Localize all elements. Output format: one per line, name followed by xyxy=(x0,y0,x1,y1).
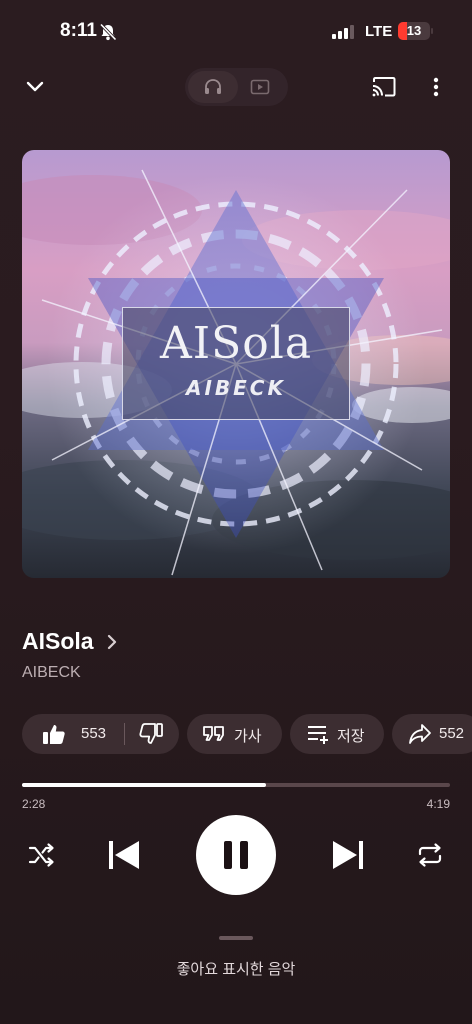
elapsed-time: 2:28 xyxy=(22,797,46,811)
save-label: 저장 xyxy=(337,728,365,745)
skip-next-icon xyxy=(333,841,363,869)
album-art-artist: AIBECK xyxy=(185,376,286,400)
share-count: 552 xyxy=(439,725,465,742)
audio-video-toggle[interactable] xyxy=(185,68,288,106)
track-artist[interactable]: AIBECK xyxy=(22,664,81,682)
up-next-source-label[interactable]: 좋아요 표시한 음악 xyxy=(0,958,472,979)
previous-button[interactable] xyxy=(106,838,142,872)
video-icon xyxy=(250,79,270,95)
track-title-link[interactable]: AISola xyxy=(22,628,118,655)
audio-mode-button[interactable] xyxy=(188,71,238,103)
status-bar: 8:11 LTE 13 xyxy=(0,0,472,64)
like-count: 553 xyxy=(81,725,107,742)
drag-handle[interactable] xyxy=(219,936,253,940)
album-art-title: AISola xyxy=(159,318,313,369)
cast-icon[interactable] xyxy=(371,76,397,98)
share-icon xyxy=(409,724,431,744)
action-chips: 553 가사 저장 552 xyxy=(22,714,472,754)
repeat-button[interactable] xyxy=(416,842,444,868)
repeat-icon xyxy=(418,843,442,867)
save-button[interactable]: 저장 xyxy=(290,714,384,754)
shuffle-icon xyxy=(28,843,54,867)
chevron-right-icon xyxy=(107,634,116,649)
like-button[interactable]: 553 xyxy=(22,714,124,754)
track-title: AISola xyxy=(22,628,94,654)
progress-slider[interactable] xyxy=(22,783,450,787)
status-time: 8:11 xyxy=(60,20,97,41)
like-dislike-group: 553 xyxy=(22,714,179,754)
network-type: LTE xyxy=(365,23,393,40)
battery-level: 13 xyxy=(406,23,422,38)
progress-fill xyxy=(22,783,266,787)
lyrics-icon xyxy=(203,726,224,741)
play-pause-button[interactable] xyxy=(196,815,276,895)
lyrics-label: 가사 xyxy=(234,728,262,745)
shuffle-button[interactable] xyxy=(28,842,56,868)
thumbs-down-icon xyxy=(139,723,163,744)
total-duration: 4:19 xyxy=(426,797,450,811)
battery-icon: 13 xyxy=(398,22,430,40)
thumbs-up-icon xyxy=(43,725,65,744)
lyrics-button[interactable]: 가사 xyxy=(187,714,282,754)
more-vertical-icon[interactable] xyxy=(428,76,444,98)
album-art: AISola AIBECK xyxy=(22,150,450,578)
bell-off-icon xyxy=(99,23,117,41)
playlist-add-icon xyxy=(308,726,328,744)
next-button[interactable] xyxy=(330,838,366,872)
battery-tip xyxy=(431,28,433,34)
share-button[interactable]: 552 xyxy=(392,714,472,754)
album-art-title-box: AISola AIBECK xyxy=(122,307,350,420)
headphones-icon xyxy=(205,79,221,94)
dislike-button[interactable] xyxy=(125,714,179,754)
skip-previous-icon xyxy=(109,841,139,869)
cellular-signal-icon xyxy=(332,25,354,39)
video-mode-button[interactable] xyxy=(235,71,285,103)
pause-icon xyxy=(224,841,248,869)
chevron-down-icon[interactable] xyxy=(24,78,46,96)
